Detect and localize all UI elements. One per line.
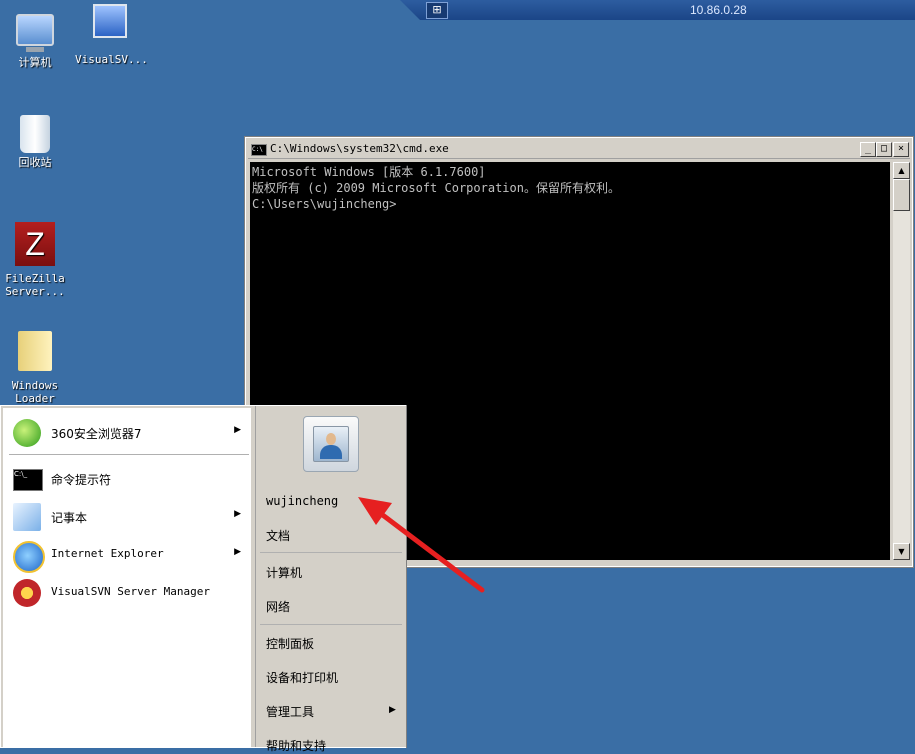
- user-avatar-icon: [313, 426, 349, 462]
- menu-devices-printers[interactable]: 设备和打印机: [266, 669, 338, 686]
- minimize-button[interactable]: _: [860, 142, 876, 157]
- submenu-arrow-icon: ▶: [234, 509, 241, 519]
- menu-separator: [9, 454, 249, 455]
- desktop-icon-computer[interactable]: 计算机: [0, 8, 70, 69]
- program-360-browser[interactable]: 360安全浏览器7 ▶: [7, 416, 251, 448]
- user-avatar[interactable]: [303, 416, 359, 472]
- cmd-app-icon[interactable]: C:\: [251, 144, 267, 156]
- pin-icon[interactable]: ⊞: [426, 2, 448, 19]
- notepad-icon: [13, 503, 41, 531]
- computer-icon: [16, 14, 54, 52]
- filezilla-icon: Z: [15, 222, 55, 266]
- menu-admin-tools[interactable]: 管理工具: [266, 703, 314, 720]
- console-line: Microsoft Windows [版本 6.1.7600]: [252, 165, 486, 179]
- start-menu: 360安全浏览器7 ▶ C:\_ 命令提示符 记事本 ▶ Internet Ex…: [0, 405, 406, 753]
- remote-ip-label: 10.86.0.28: [690, 3, 747, 17]
- ie-icon: [13, 541, 45, 573]
- start-menu-programs: 360安全浏览器7 ▶ C:\_ 命令提示符 记事本 ▶ Internet Ex…: [3, 408, 251, 747]
- submenu-arrow-icon: ▶: [234, 547, 241, 557]
- menu-control-panel[interactable]: 控制面板: [266, 635, 314, 652]
- cmd-title-bar[interactable]: C:\ C:\Windows\system32\cmd.exe _ □ ×: [248, 140, 910, 159]
- menu-computer[interactable]: 计算机: [266, 564, 302, 581]
- desktop-icon-label: 计算机: [18, 56, 52, 69]
- scrollbar-thumb[interactable]: [893, 179, 910, 211]
- recycle-bin-icon: [20, 115, 50, 153]
- program-label: 记事本: [51, 511, 88, 525]
- menu-separator: [260, 624, 402, 625]
- submenu-arrow-icon: ▶: [389, 705, 396, 715]
- scroll-down-button[interactable]: ▼: [893, 543, 910, 560]
- program-notepad[interactable]: 记事本 ▶: [7, 500, 251, 532]
- program-visualsvn-manager[interactable]: VisualSVN Server Manager: [7, 576, 251, 608]
- program-label: VisualSVN Server Manager: [51, 585, 210, 598]
- submenu-arrow-icon: ▶: [234, 425, 241, 435]
- scroll-up-button[interactable]: ▲: [893, 162, 910, 179]
- desktop-icon-windows-loader[interactable]: Windows Loader: [0, 331, 70, 405]
- program-label: 命令提示符: [51, 473, 112, 487]
- program-label: 360安全浏览器7: [51, 427, 142, 441]
- folder-icon: [18, 331, 52, 371]
- vertical-scrollbar[interactable]: ▲ ▼: [893, 162, 910, 560]
- desktop-icon-label: FileZilla: [5, 272, 65, 285]
- program-cmd[interactable]: C:\_ 命令提示符: [7, 462, 251, 494]
- desktop-icon-visualsvn[interactable]: VisualSV...: [75, 4, 148, 66]
- close-button[interactable]: ×: [893, 142, 909, 157]
- start-menu-username[interactable]: wujincheng: [266, 494, 338, 508]
- console-prompt: C:\Users\wujincheng>: [252, 197, 397, 211]
- desktop-icon-label: Loader: [15, 392, 55, 405]
- 360-browser-icon: [13, 419, 41, 447]
- menu-separator: [260, 552, 402, 553]
- console-line: 版权所有 (c) 2009 Microsoft Corporation。保留所有…: [252, 181, 620, 195]
- menu-documents[interactable]: 文档: [266, 527, 290, 544]
- cmd-window-title: C:\Windows\system32\cmd.exe: [270, 142, 449, 155]
- desktop-icon-label: 回收站: [18, 156, 52, 169]
- menu-network[interactable]: 网络: [266, 598, 290, 615]
- maximize-button[interactable]: □: [876, 142, 892, 157]
- desktop-icon-label: Windows: [11, 379, 59, 392]
- visualsvn-icon: [93, 4, 127, 38]
- program-internet-explorer[interactable]: Internet Explorer ▶: [7, 538, 251, 573]
- desktop-icon-label: Server...: [5, 285, 65, 298]
- cmd-icon: C:\_: [13, 469, 43, 491]
- desktop-icon-recycle-bin[interactable]: 回收站: [0, 115, 70, 169]
- desktop-icon-filezilla[interactable]: Z FileZilla Server...: [0, 222, 70, 298]
- visualsvn-icon: [13, 579, 41, 607]
- remote-connection-bar: ⊞ 10.86.0.28: [400, 0, 915, 20]
- start-menu-places: wujincheng 文档 计算机 网络 控制面板 设备和打印机 管理工具 ▶ …: [255, 406, 406, 753]
- program-label: Internet Explorer: [51, 547, 164, 560]
- desktop-icon-label: VisualSV...: [75, 53, 148, 66]
